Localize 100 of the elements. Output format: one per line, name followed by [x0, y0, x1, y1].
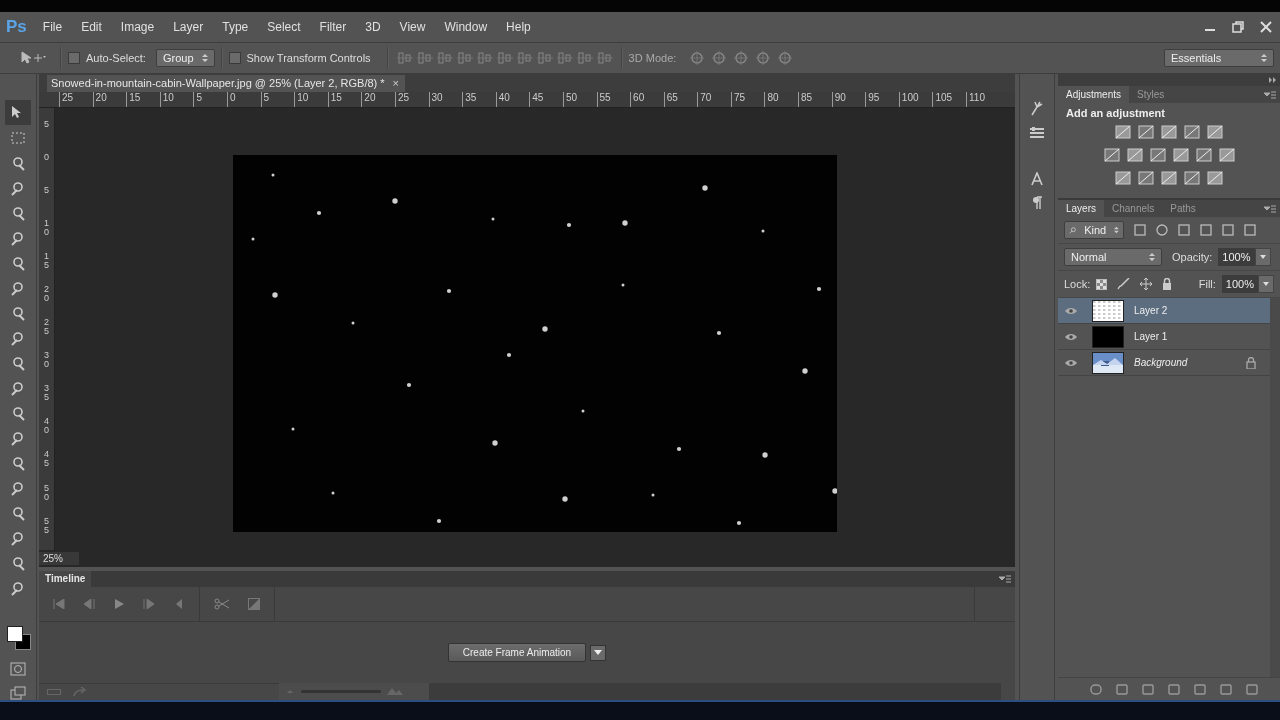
adjustments-panel-icon[interactable]	[1029, 100, 1045, 116]
align-icon[interactable]	[576, 51, 593, 65]
align-icon[interactable]	[556, 51, 573, 65]
workspace-dropdown[interactable]: Essentials	[1164, 49, 1274, 67]
layer-row[interactable]: Background	[1058, 350, 1270, 376]
move-tool-icon[interactable]	[20, 51, 46, 65]
app-logo: Ps	[6, 17, 27, 37]
panel-tab[interactable]: Layers	[1058, 200, 1104, 217]
panel-menu-icon[interactable]	[1264, 90, 1276, 99]
adjustment-icon[interactable]	[1138, 125, 1154, 139]
adjustment-icon[interactable]	[1149, 148, 1166, 162]
eye-icon[interactable]	[1065, 358, 1077, 367]
menu-item[interactable]: Filter	[319, 20, 347, 34]
color-swatches[interactable]	[5, 624, 31, 652]
move-icon[interactable]	[1140, 278, 1153, 290]
character-panel-icon[interactable]	[1030, 172, 1044, 186]
next-frame-icon[interactable]	[143, 599, 155, 610]
panel-tab[interactable]: Styles	[1129, 86, 1173, 103]
panel-menu-icon[interactable]	[999, 575, 1011, 584]
layer-row[interactable]: Layer 2	[1058, 298, 1270, 324]
timeline-scrollbar[interactable]	[429, 683, 1001, 700]
panel-menu-icon[interactable]	[1264, 204, 1276, 213]
checkbox[interactable]	[68, 52, 80, 64]
quick-mask-icon[interactable]	[10, 662, 26, 676]
create-frame-animation-button[interactable]: Create Frame Animation	[447, 643, 587, 663]
adjustment-icon[interactable]	[1138, 171, 1154, 185]
eye-icon[interactable]	[1065, 306, 1077, 315]
panel-tab[interactable]: Paths	[1162, 200, 1204, 217]
lock-label: Lock:	[1064, 278, 1091, 290]
adjustment-icon[interactable]	[1115, 171, 1131, 185]
3d-mode-icon[interactable]	[776, 50, 795, 66]
timeline-tab[interactable]: Timeline	[39, 571, 92, 588]
align-icon[interactable]	[496, 51, 513, 65]
eye-icon[interactable]	[1065, 332, 1077, 341]
document-tab[interactable]: Snowed-in-mountain-cabin-Wallpaper.jpg @ 25% (Layer 2, RGB/8) *	[51, 77, 385, 90]
checkbox[interactable]	[228, 52, 241, 64]
3d-mode-icon[interactable]	[710, 50, 729, 66]
align-icon[interactable]	[476, 51, 493, 65]
filter-kind-dropdown[interactable]: Kind	[1064, 221, 1124, 239]
lock-transparency-icon[interactable]	[1096, 278, 1108, 290]
menu-item[interactable]: Select	[267, 20, 301, 34]
align-icon[interactable]	[416, 51, 433, 65]
menu-item[interactable]: Help	[506, 20, 531, 34]
first-frame-icon[interactable]	[53, 599, 65, 610]
properties-panel-icon[interactable]	[1029, 126, 1045, 140]
menu-item[interactable]: Type	[222, 20, 249, 34]
blend-mode-dropdown[interactable]: Normal	[1064, 248, 1162, 266]
menu-item[interactable]: Edit	[81, 20, 102, 34]
dropdown-button[interactable]	[590, 644, 607, 661]
align-icon[interactable]	[536, 51, 553, 65]
spinner-icon	[201, 53, 208, 63]
opacity-field[interactable]: 100%	[1218, 248, 1255, 266]
adjustment-icon[interactable]	[1161, 125, 1177, 139]
adjustment-icon[interactable]	[1184, 171, 1200, 185]
menu-item[interactable]: Image	[120, 20, 155, 34]
close-tab-button[interactable]: ×	[392, 77, 400, 90]
adjustment-icon[interactable]	[1218, 148, 1235, 162]
menu-item[interactable]: Window	[444, 20, 488, 34]
lock-icon[interactable]	[1162, 278, 1173, 290]
ruler-label: 50	[43, 483, 50, 504]
scissors-icon[interactable]	[214, 598, 230, 611]
align-icon[interactable]	[516, 51, 533, 65]
align-icon[interactable]	[396, 51, 413, 65]
layer-row[interactable]: Layer 1	[1058, 324, 1270, 350]
screen-mode-icon[interactable]	[10, 686, 26, 700]
previous-frame-icon[interactable]	[83, 599, 95, 610]
fill-field[interactable]: 100%	[1221, 275, 1258, 293]
adjustment-icon[interactable]	[1115, 125, 1131, 139]
adjustment-icon[interactable]	[1195, 148, 1212, 162]
adjustment-icon[interactable]	[1172, 148, 1189, 162]
restore-icon[interactable]	[1232, 21, 1244, 33]
panel-tab[interactable]: Channels	[1104, 200, 1163, 217]
align-icon[interactable]	[436, 51, 453, 65]
transition-icon[interactable]	[248, 598, 260, 611]
spinner-icon	[1114, 225, 1119, 235]
menu-item[interactable]: View	[399, 20, 426, 34]
paragraph-panel-icon[interactable]	[1031, 196, 1043, 210]
panel-tab[interactable]: Adjustments	[1058, 86, 1130, 103]
adjustment-icon[interactable]	[1103, 148, 1120, 162]
3d-mode-icon[interactable]	[732, 50, 751, 66]
adjustment-icon[interactable]	[1126, 148, 1143, 162]
align-icon[interactable]	[456, 51, 473, 65]
ruler-label: 20	[361, 91, 395, 107]
3d-mode-icon[interactable]	[754, 50, 773, 66]
fill-dropdown-button[interactable]	[1258, 275, 1274, 293]
play-icon[interactable]	[113, 599, 125, 610]
adjustment-icon[interactable]	[1184, 125, 1200, 139]
menu-item[interactable]: File	[42, 20, 63, 34]
ruler-label: 95	[865, 91, 899, 107]
adjustment-icon[interactable]	[1207, 125, 1223, 139]
adjustment-icon[interactable]	[1161, 171, 1177, 185]
menu-item[interactable]: 3D	[365, 20, 381, 34]
menu-item[interactable]: Layer	[173, 20, 204, 34]
adjustment-icon[interactable]	[1207, 171, 1223, 185]
collapse-panels-icon[interactable]	[1269, 77, 1277, 83]
zoom-level[interactable]: 25%	[39, 552, 79, 565]
auto-select-dropdown[interactable]: Group	[155, 49, 215, 67]
close-icon[interactable]	[1260, 21, 1272, 33]
3d-mode-icon[interactable]	[688, 50, 707, 66]
align-icon[interactable]	[596, 51, 613, 65]
